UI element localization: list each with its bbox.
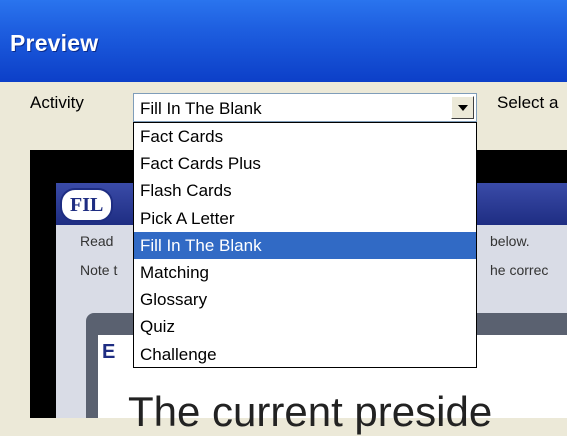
activity-select-value: Fill In The Blank [140,99,262,118]
activity-logo: FIL [60,188,114,222]
chevron-down-icon [458,105,468,111]
question-text: The current preside [128,388,493,435]
instruction-text: Note t [80,262,118,278]
dropdown-option[interactable]: Challenge [134,341,476,368]
instruction-text: Read [80,233,114,249]
instruction-text: he correc [490,262,549,278]
dropdown-option[interactable]: Flash Cards [134,177,476,204]
dropdown-button[interactable] [451,96,474,119]
instruction-text: below. [490,233,530,249]
dropdown-option[interactable]: Pick A Letter [134,205,476,232]
window-titlebar[interactable]: Preview [0,0,567,82]
dropdown-option[interactable]: Glossary [134,286,476,313]
window-title: Preview [10,30,99,56]
select-label: Select a [497,93,559,112]
dropdown-option[interactable]: Matching [134,259,476,286]
activity-label: Activity [30,93,84,112]
dropdown-option[interactable]: Quiz [134,313,476,340]
activity-select[interactable]: Fill In The Blank [133,93,477,122]
activity-dropdown-list[interactable]: Fact Cards Fact Cards Plus Flash Cards Pick… [133,122,477,368]
dropdown-option[interactable]: Fact Cards Plus [134,150,476,177]
dropdown-option[interactable]: Fill In The Blank [134,231,476,259]
card-badge: E [102,341,116,363]
dropdown-option[interactable]: Fact Cards [134,123,476,150]
